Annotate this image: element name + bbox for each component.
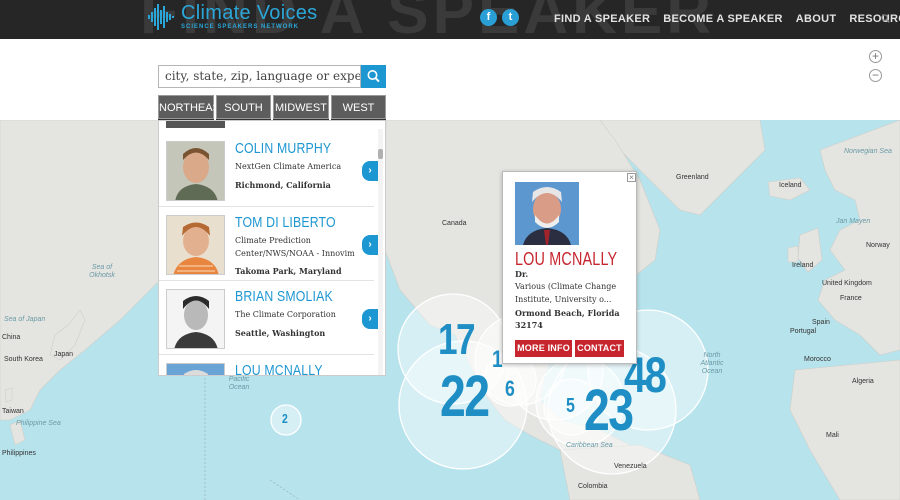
map-label-spain: Spain: [812, 319, 830, 326]
nav-become-a-speaker[interactable]: BECOME A SPEAKER: [663, 11, 783, 27]
region-tab-west[interactable]: WEST: [331, 95, 386, 119]
logo-title: Climate Voices: [181, 2, 318, 24]
map-label-japan: Japan: [54, 351, 74, 358]
map-label-algeria: Algeria: [852, 378, 874, 385]
ocean-label-sea-of-okhotsk: Sea of Okhotsk: [89, 264, 115, 279]
speaker-photo: [166, 215, 225, 275]
search-button[interactable]: [361, 65, 386, 88]
map-label-morocco: Morocco: [804, 356, 831, 363]
cluster-count-22[interactable]: 22: [440, 368, 490, 426]
popup-speaker-title: Dr.: [515, 269, 529, 279]
map-label-united-kingdom: United Kingdom: [822, 280, 872, 287]
chevron-right-icon[interactable]: ›: [362, 161, 378, 181]
speaker-organization: NextGen Climate America: [235, 162, 342, 171]
speaker-organization: Climate Prediction Center/NWS/NOAA - Inn…: [235, 236, 355, 258]
region-tab-northeast[interactable]: NORTHEAST: [158, 95, 227, 119]
region-tab-midwest[interactable]: MIDWEST: [273, 95, 329, 119]
ocean-label-north-atlantic-ocean: North Atlantic Ocean: [700, 352, 724, 375]
popup-speaker-organization: Various (Climate Change Institute, Unive…: [515, 282, 617, 304]
ocean-label-caribbean-sea: Caribbean Sea: [566, 442, 613, 449]
cluster-count-17[interactable]: 17: [438, 318, 476, 362]
cluster-count-6[interactable]: 6: [505, 378, 515, 400]
map-label-mali: Mali: [826, 432, 839, 439]
zoom-out-button[interactable]: −: [869, 69, 882, 82]
map-label-south-korea: South Korea: [4, 356, 43, 363]
speaker-list-item[interactable]: BRIAN SMOLIAK The Climate Corporation Se…: [159, 282, 378, 355]
cluster-count-1[interactable]: 1: [492, 348, 503, 372]
speaker-list-item[interactable]: TOM DI LIBERTO Climate Prediction Center…: [159, 208, 378, 281]
nav-about[interactable]: ABOUT: [796, 11, 837, 27]
ocean-label-philippine-sea: Philippine Sea: [16, 420, 61, 427]
site-logo[interactable]: Climate Voices SCIENCE SPEAKERS NETWORK: [148, 3, 317, 31]
chevron-right-icon[interactable]: ›: [362, 309, 378, 329]
world-map[interactable]: Greenland Iceland Canada Norway United K…: [0, 120, 900, 500]
ocean-label-pacific-ocean: Pacific Ocean: [228, 376, 250, 391]
map-label-portugal: Portugal: [790, 328, 817, 335]
contact-button[interactable]: CONTACT: [575, 340, 624, 357]
ocean-label-jan-mayen: Jan Mayen: [836, 218, 871, 225]
popup-speaker-photo: [515, 182, 579, 245]
map-label-china: China: [2, 334, 21, 341]
list-scrollbar[interactable]: [378, 129, 383, 375]
map-label-philippines: Philippines: [2, 450, 36, 457]
search-icon[interactable]: [881, 14, 890, 23]
speaker-list-item[interactable]: LOU MCNALLY: [159, 356, 374, 375]
zoom-in-button[interactable]: +: [869, 50, 882, 63]
search-input[interactable]: city, state, zip, language or expertise: [158, 65, 361, 88]
chevron-right-icon[interactable]: ›: [362, 235, 378, 255]
speaker-photo: [166, 141, 225, 201]
more-info-button[interactable]: MORE INFO: [515, 340, 572, 357]
map-label-taiwan: Taiwan: [2, 408, 24, 415]
speaker-name[interactable]: COLIN MURPHY: [235, 140, 331, 158]
speaker-popup: × LOU MCNALLY Dr. Various (Climate Chang…: [502, 171, 637, 364]
map-label-canada: Canada: [442, 220, 467, 227]
logo-subtitle: SCIENCE SPEAKERS NETWORK: [181, 24, 300, 30]
region-tab-south[interactable]: SOUTH: [216, 95, 271, 119]
ocean-label-sea-of-japan: Sea of Japan: [4, 316, 46, 323]
map-label-ireland: Ireland: [792, 262, 814, 269]
speaker-name[interactable]: TOM DI LIBERTO: [235, 214, 336, 232]
previous-speaker-photo-edge: [166, 121, 225, 128]
speaker-organization: The Climate Corporation: [235, 310, 336, 319]
ocean-label-norwegian-sea: Norwegian Sea: [844, 148, 892, 155]
top-navigation-bar: FIND A SPEAKER Climate Voices SCIENCE SP…: [0, 0, 900, 39]
speaker-location: Takoma Park, Maryland: [235, 266, 342, 276]
list-scrollbar-thumb[interactable]: [378, 149, 383, 159]
speaker-list-panel[interactable]: COLIN MURPHY NextGen Climate America Ric…: [158, 120, 386, 376]
twitter-icon[interactable]: t: [502, 9, 519, 26]
speaker-location: Richmond, California: [235, 180, 331, 190]
map-label-venezuela: Venezuela: [614, 463, 647, 470]
main-nav: FIND A SPEAKER BECOME A SPEAKER ABOUT RE…: [554, 11, 900, 27]
cluster-count-2[interactable]: 2: [282, 412, 288, 425]
facebook-icon[interactable]: f: [480, 9, 497, 26]
page: FIND A SPEAKER Climate Voices SCIENCE SP…: [0, 0, 900, 500]
map-land-layer: [0, 120, 900, 500]
speaker-name[interactable]: BRIAN SMOLIAK: [235, 288, 333, 306]
map-label-greenland: Greenland: [676, 174, 709, 181]
speaker-name[interactable]: LOU MCNALLY: [235, 362, 323, 375]
close-icon[interactable]: ×: [627, 173, 636, 182]
map-label-iceland: Iceland: [779, 182, 802, 189]
map-label-norway: Norway: [866, 242, 890, 249]
popup-speaker-name: LOU MCNALLY: [515, 249, 618, 269]
cluster-count-5[interactable]: 5: [566, 396, 575, 416]
popup-speaker-location: Ormond Beach, Florida 32174: [515, 308, 620, 330]
map-label-colombia: Colombia: [578, 483, 608, 490]
speaker-list-item[interactable]: COLIN MURPHY NextGen Climate America Ric…: [159, 134, 378, 207]
nav-resources[interactable]: RESOURCES: [849, 11, 900, 27]
search-icon: [367, 70, 380, 83]
speaker-location: Seattle, Washington: [235, 328, 326, 338]
speaker-photo: [166, 289, 225, 349]
nav-find-a-speaker[interactable]: FIND A SPEAKER: [554, 11, 650, 27]
map-label-france: France: [840, 295, 862, 302]
speaker-photo: [166, 363, 225, 375]
sound-wave-icon: [148, 4, 174, 30]
